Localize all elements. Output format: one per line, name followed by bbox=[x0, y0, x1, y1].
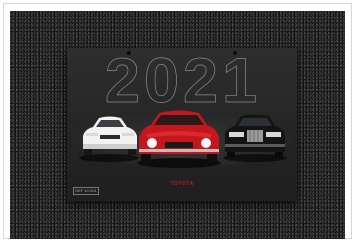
toyota-logo-text: TOYOTA bbox=[170, 181, 194, 187]
cars-illustration bbox=[72, 108, 292, 168]
wall-calendar: 2021 TOYOTA DEF 10-001 bbox=[67, 48, 297, 201]
calendar-code-label: DEF 10-001 bbox=[73, 187, 99, 195]
